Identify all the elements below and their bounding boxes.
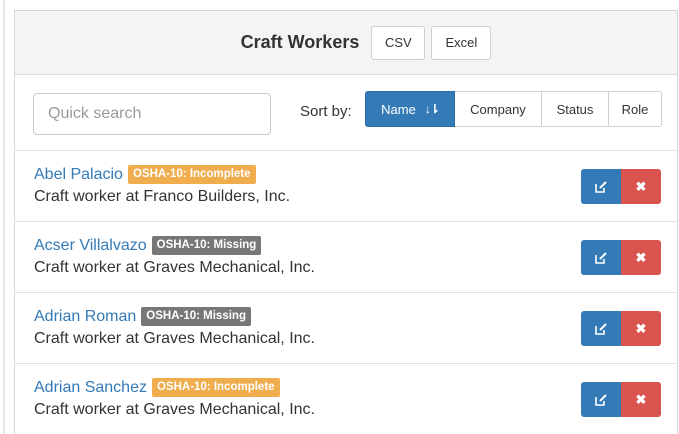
worker-name-link[interactable]: Abel Palacio xyxy=(34,166,123,184)
worker-row-header: Adrian Sanchez OSHA-10: Incomplete xyxy=(34,378,280,397)
delete-button[interactable]: ✖ xyxy=(621,311,661,346)
edit-button[interactable] xyxy=(581,311,621,346)
edit-icon xyxy=(595,251,607,264)
worker-name-link[interactable]: Adrian Sanchez xyxy=(34,379,147,397)
worker-company-text: Craft worker at Graves Mechanical, Inc. xyxy=(34,259,315,276)
row-actions: ✖ xyxy=(581,311,661,346)
edit-icon xyxy=(595,322,607,335)
worker-company-text: Craft worker at Graves Mechanical, Inc. xyxy=(34,330,315,347)
worker-row-header: Adrian Roman OSHA-10: Missing xyxy=(34,307,251,326)
edit-button[interactable] xyxy=(581,240,621,275)
sort-name-label: Name xyxy=(381,101,416,117)
sort-name-button[interactable]: Name ↓⇂ xyxy=(365,91,455,127)
worker-company-text: Craft worker at Graves Mechanical, Inc. xyxy=(34,401,315,418)
worker-row: Acser Villalvazo OSHA-10: Missing Craft … xyxy=(15,222,677,293)
toolbar: Sort by: Name ↓⇂ Company Status Role xyxy=(15,75,677,151)
worker-list: Abel Palacio OSHA-10: Incomplete Craft w… xyxy=(15,151,677,434)
worker-name-link[interactable]: Acser Villalvazo xyxy=(34,237,147,255)
close-icon: ✖ xyxy=(635,249,647,265)
sort-alpha-icon: ↓⇂ xyxy=(424,102,440,116)
panel-header: Craft Workers CSV Excel xyxy=(15,11,677,75)
edit-button[interactable] xyxy=(581,169,621,204)
craft-workers-panel: Craft Workers CSV Excel Sort by: Name ↓⇂… xyxy=(14,10,678,434)
worker-company-text: Craft worker at Franco Builders, Inc. xyxy=(34,188,291,205)
sort-by-label: Sort by: xyxy=(300,103,352,120)
quick-search-input[interactable] xyxy=(33,93,271,135)
worker-row-header: Abel Palacio OSHA-10: Incomplete xyxy=(34,165,256,184)
sort-status-button[interactable]: Status xyxy=(542,91,609,127)
worker-row: Adrian Roman OSHA-10: Missing Craft work… xyxy=(15,293,677,364)
osha-status-badge: OSHA-10: Missing xyxy=(151,236,262,255)
osha-status-badge: OSHA-10: Incomplete xyxy=(151,378,280,397)
sort-button-group: Name ↓⇂ Company Status Role xyxy=(365,91,662,127)
edit-icon xyxy=(595,393,607,406)
row-actions: ✖ xyxy=(581,240,661,275)
osha-status-badge: OSHA-10: Missing xyxy=(141,307,251,326)
edit-button[interactable] xyxy=(581,382,621,417)
worker-row: Adrian Sanchez OSHA-10: Incomplete Craft… xyxy=(15,364,677,434)
worker-row-header: Acser Villalvazo OSHA-10: Missing xyxy=(34,236,262,255)
worker-row: Abel Palacio OSHA-10: Incomplete Craft w… xyxy=(15,151,677,222)
csv-export-button[interactable]: CSV xyxy=(371,25,426,60)
close-icon: ✖ xyxy=(635,178,647,194)
close-icon: ✖ xyxy=(635,391,647,407)
sort-company-button[interactable]: Company xyxy=(455,91,542,127)
osha-status-badge: OSHA-10: Incomplete xyxy=(127,165,256,184)
delete-button[interactable]: ✖ xyxy=(621,382,661,417)
excel-export-button[interactable]: Excel xyxy=(431,25,492,60)
sort-role-button[interactable]: Role xyxy=(609,91,662,127)
row-actions: ✖ xyxy=(581,382,661,417)
close-icon: ✖ xyxy=(635,320,647,336)
delete-button[interactable]: ✖ xyxy=(621,240,661,275)
row-actions: ✖ xyxy=(581,169,661,204)
edit-icon xyxy=(595,180,607,193)
delete-button[interactable]: ✖ xyxy=(621,169,661,204)
worker-name-link[interactable]: Adrian Roman xyxy=(34,308,136,326)
panel-title: Craft Workers xyxy=(240,32,360,52)
page-edge xyxy=(3,0,5,434)
